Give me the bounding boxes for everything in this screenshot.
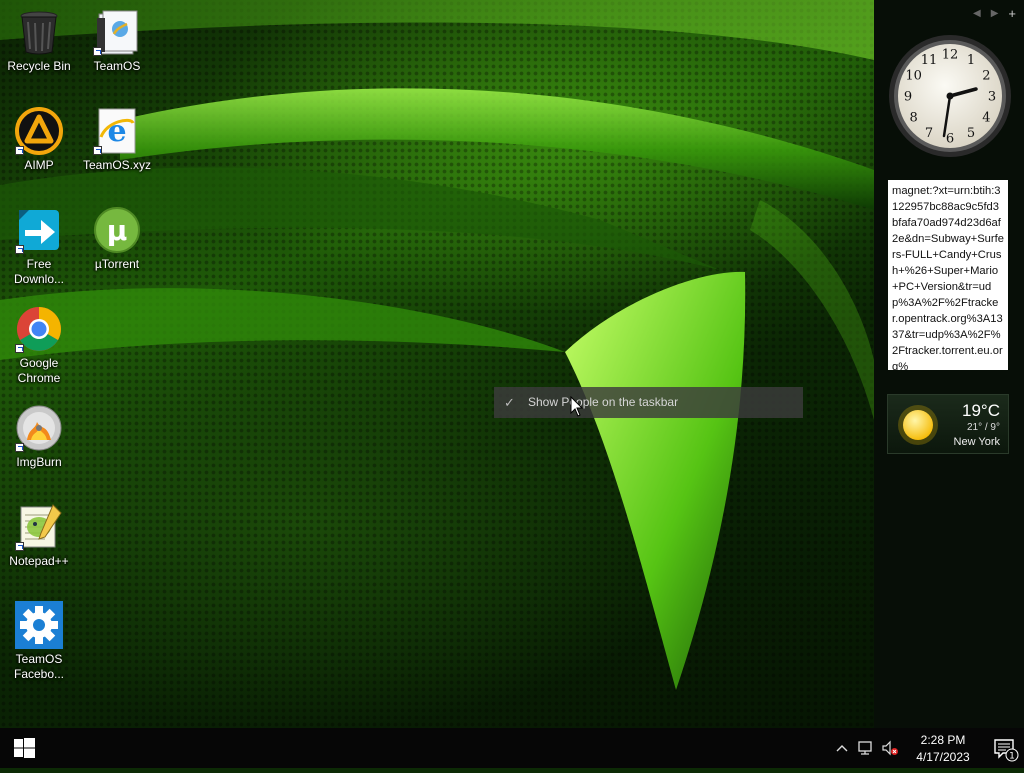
utorrent-icon: µ xyxy=(93,206,141,254)
desktop-icon-teamos-xyz[interactable]: e TeamOS.xyz xyxy=(79,107,155,173)
desktop-icon-label: Notepad++ xyxy=(9,554,69,568)
weather-city: New York xyxy=(953,436,1000,448)
system-tray: 2:28 PM 4/17/2023 1 xyxy=(830,728,1024,768)
desktop-icon-teamos-facebook[interactable]: TeamOS Facebo... xyxy=(1,601,77,682)
shortcut-arrow-icon xyxy=(15,146,24,155)
notification-icon: 1 xyxy=(994,739,1019,762)
chrome-icon xyxy=(15,305,63,353)
desktop-icon-label: AIMP xyxy=(24,158,54,172)
clock-numeral: 12 xyxy=(942,48,959,63)
notepad-plus-plus-icon xyxy=(15,503,63,551)
folder-icon xyxy=(93,8,141,56)
recycle-bin-icon xyxy=(15,8,63,56)
desktop-icon-label: ImgBurn xyxy=(16,455,62,469)
clock-numeral: 2 xyxy=(982,69,990,84)
clock-numeral: 3 xyxy=(988,90,996,105)
menu-item-show-people[interactable]: Show People on the taskbar xyxy=(528,395,678,409)
notification-count: 1 xyxy=(1009,752,1015,762)
clock-numeral: 8 xyxy=(909,111,917,126)
svg-text:µ: µ xyxy=(107,214,128,247)
shortcut-arrow-icon xyxy=(15,245,24,254)
clock-gadget[interactable]: 12 12 3 45678 9 1011 xyxy=(888,34,1012,158)
desktop-icon-label: µTorrent xyxy=(94,257,140,271)
clock-numeral: 5 xyxy=(967,126,975,141)
desktop-icon-google-chrome[interactable]: Google Chrome xyxy=(1,305,77,386)
sidebar-prev-icon[interactable]: ◀ xyxy=(973,8,981,19)
action-center-button[interactable]: 1 xyxy=(984,728,1024,768)
taskbar-time: 2:28 PM xyxy=(920,733,966,747)
mouse-cursor-icon xyxy=(570,396,584,417)
desktop-icon-utorrent[interactable]: µ µTorrent xyxy=(79,206,155,272)
taskbar-date: 4/17/2023 xyxy=(916,750,970,764)
taskbar-clock[interactable]: 2:28 PM 4/17/2023 xyxy=(902,730,984,766)
free-download-manager-icon xyxy=(15,206,63,254)
desktop-icon-label: TeamOS xyxy=(93,59,141,73)
shortcut-arrow-icon xyxy=(15,443,24,452)
desktop-icon-label: TeamOS.xyz xyxy=(82,158,151,172)
clock-numeral: 4 xyxy=(982,111,990,126)
gear-icon xyxy=(15,601,63,649)
desktop-icon-teamos[interactable]: TeamOS xyxy=(79,8,155,74)
windows-logo-icon xyxy=(14,738,35,758)
desktop-icon-free-download-manager[interactable]: Free Downlo... xyxy=(1,206,77,287)
imgburn-icon xyxy=(15,404,63,452)
volume-muted-icon[interactable] xyxy=(878,728,902,768)
shortcut-arrow-icon xyxy=(93,146,102,155)
clock-numeral: 11 xyxy=(921,53,938,68)
clock-numeral: 6 xyxy=(946,132,954,147)
desktop-icon-notepad-plus-plus[interactable]: Notepad++ xyxy=(1,503,77,569)
clock-numeral: 1 xyxy=(967,53,975,68)
desktop-icon-label: Free Downlo... xyxy=(13,257,65,286)
weather-gadget[interactable]: 19°C 21° / 9° New York xyxy=(887,394,1009,454)
weather-range: 21° / 9° xyxy=(966,422,1000,433)
shortcut-arrow-icon xyxy=(15,344,24,353)
desktop-icon-recycle-bin[interactable]: Recycle Bin xyxy=(1,8,77,74)
internet-explorer-icon: e xyxy=(93,107,141,155)
clock-numeral: 10 xyxy=(905,69,922,84)
sidebar-add-gadget-button[interactable]: + xyxy=(1008,7,1016,20)
shortcut-arrow-icon xyxy=(15,542,24,551)
desktop-icon-imgburn[interactable]: ImgBurn xyxy=(1,404,77,470)
desktop-icon-label: TeamOS Facebo... xyxy=(13,652,65,681)
start-button[interactable] xyxy=(0,728,48,768)
clock-numeral: 9 xyxy=(904,90,912,105)
weather-temperature: 19°C xyxy=(962,401,1000,420)
clock-numeral: 7 xyxy=(925,126,933,141)
taskbar: 2:28 PM 4/17/2023 1 xyxy=(0,728,1024,768)
desktop-icon-label: Google Chrome xyxy=(17,356,61,385)
sidebar-next-icon[interactable]: ▶ xyxy=(991,8,999,19)
context-menu: ✓ Show People on the taskbar xyxy=(494,387,803,418)
shortcut-arrow-icon xyxy=(93,47,102,56)
notes-gadget[interactable]: magnet:?xt=urn:btih:3122957bc88ac9c5fd3b… xyxy=(888,180,1008,370)
desktop-icon-label: Recycle Bin xyxy=(7,59,71,73)
chevron-up-icon[interactable] xyxy=(830,728,854,768)
desktop-icon-aimp[interactable]: AIMP xyxy=(1,107,77,173)
network-icon[interactable] xyxy=(854,728,878,768)
aimp-icon xyxy=(15,107,63,155)
checkmark-icon: ✓ xyxy=(504,395,515,410)
sun-icon xyxy=(898,405,938,445)
